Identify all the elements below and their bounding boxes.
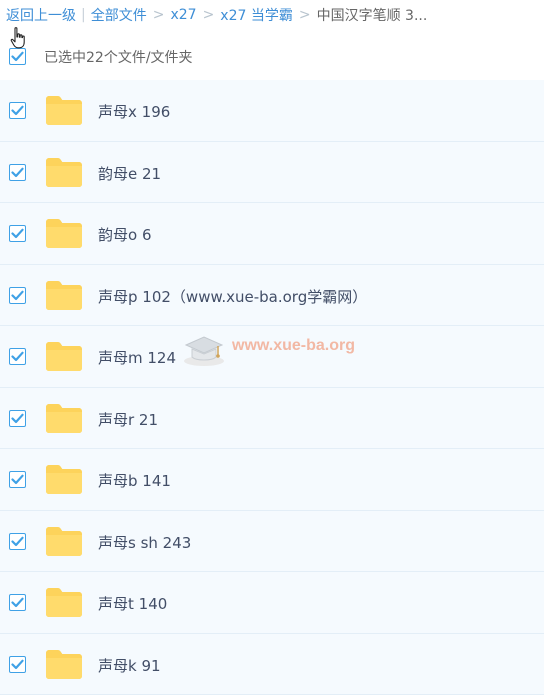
file-row[interactable]: 声母m 124 bbox=[0, 326, 544, 388]
file-row[interactable]: 声母x 196 bbox=[0, 80, 544, 142]
checkmark-icon bbox=[11, 228, 24, 239]
breadcrumb-chevron-icon: > bbox=[153, 7, 165, 23]
row-checkbox[interactable] bbox=[9, 594, 26, 611]
hand-cursor-icon bbox=[10, 26, 28, 54]
breadcrumb-chevron-icon: > bbox=[299, 7, 311, 23]
breadcrumb-item-x27-xueba[interactable]: x27 当学霸 bbox=[220, 5, 293, 25]
row-checkbox[interactable] bbox=[9, 410, 26, 427]
checkmark-icon bbox=[11, 167, 24, 178]
row-checkbox[interactable] bbox=[9, 287, 26, 304]
checkmark-icon bbox=[11, 290, 24, 301]
breadcrumb-current: 中国汉字笔顺 3... bbox=[317, 5, 428, 25]
selection-count-label: 已选中22个文件/文件夹 bbox=[44, 47, 193, 67]
select-all-bar: 已选中22个文件/文件夹 bbox=[0, 38, 544, 76]
checkmark-icon bbox=[11, 659, 24, 670]
breadcrumb-divider: | bbox=[81, 7, 86, 23]
folder-icon bbox=[45, 649, 83, 684]
row-checkbox[interactable] bbox=[9, 533, 26, 550]
file-row[interactable]: 声母t 140 bbox=[0, 572, 544, 634]
breadcrumb: 返回上一级 | 全部文件 > x27 > x27 当学霸 > 中国汉字笔顺 3.… bbox=[0, 0, 544, 30]
file-row[interactable]: 韵母e 21 bbox=[0, 142, 544, 204]
file-name[interactable]: 声母x 196 bbox=[98, 101, 170, 122]
checkmark-icon bbox=[11, 351, 24, 362]
folder-icon bbox=[45, 526, 83, 561]
checkmark-icon bbox=[11, 597, 24, 608]
folder-icon bbox=[45, 95, 83, 130]
row-checkbox[interactable] bbox=[9, 471, 26, 488]
file-name[interactable]: 声母t 140 bbox=[98, 593, 167, 614]
file-name[interactable]: 声母p 102（www.xue-ba.org学霸网） bbox=[98, 286, 367, 307]
folder-icon bbox=[45, 280, 83, 315]
file-list: 声母x 196 韵母e 21 韵母o 6 声母p 102（www.xue-ba.org… bbox=[0, 80, 544, 695]
row-checkbox[interactable] bbox=[9, 164, 26, 181]
file-row[interactable]: 声母s sh 243 bbox=[0, 511, 544, 573]
row-checkbox[interactable] bbox=[9, 225, 26, 242]
file-name[interactable]: 声母m 124 bbox=[98, 347, 176, 368]
folder-icon bbox=[45, 587, 83, 622]
checkmark-icon bbox=[11, 536, 24, 547]
back-link[interactable]: 返回上一级 bbox=[6, 5, 76, 25]
folder-icon bbox=[45, 341, 83, 376]
checkmark-icon bbox=[11, 105, 24, 116]
breadcrumb-all-files[interactable]: 全部文件 bbox=[91, 5, 147, 25]
file-name[interactable]: 声母s sh 243 bbox=[98, 532, 191, 553]
file-row[interactable]: 声母k 91 bbox=[0, 634, 544, 695]
folder-icon bbox=[45, 157, 83, 192]
file-name[interactable]: 韵母o 6 bbox=[98, 224, 152, 245]
file-row[interactable]: 韵母o 6 bbox=[0, 203, 544, 265]
breadcrumb-chevron-icon: > bbox=[203, 7, 215, 23]
checkmark-icon bbox=[11, 474, 24, 485]
folder-icon bbox=[45, 403, 83, 438]
row-checkbox[interactable] bbox=[9, 656, 26, 673]
row-checkbox[interactable] bbox=[9, 348, 26, 365]
file-name[interactable]: 声母k 91 bbox=[98, 655, 161, 676]
file-name[interactable]: 声母b 141 bbox=[98, 470, 171, 491]
breadcrumb-item-x27[interactable]: x27 bbox=[170, 7, 196, 23]
file-row[interactable]: 声母b 141 bbox=[0, 449, 544, 511]
checkmark-icon bbox=[11, 413, 24, 424]
file-row[interactable]: 声母p 102（www.xue-ba.org学霸网） bbox=[0, 265, 544, 327]
file-name[interactable]: 韵母e 21 bbox=[98, 163, 161, 184]
file-name[interactable]: 声母r 21 bbox=[98, 409, 158, 430]
folder-icon bbox=[45, 464, 83, 499]
folder-icon bbox=[45, 218, 83, 253]
row-checkbox[interactable] bbox=[9, 102, 26, 119]
file-row[interactable]: 声母r 21 bbox=[0, 388, 544, 450]
